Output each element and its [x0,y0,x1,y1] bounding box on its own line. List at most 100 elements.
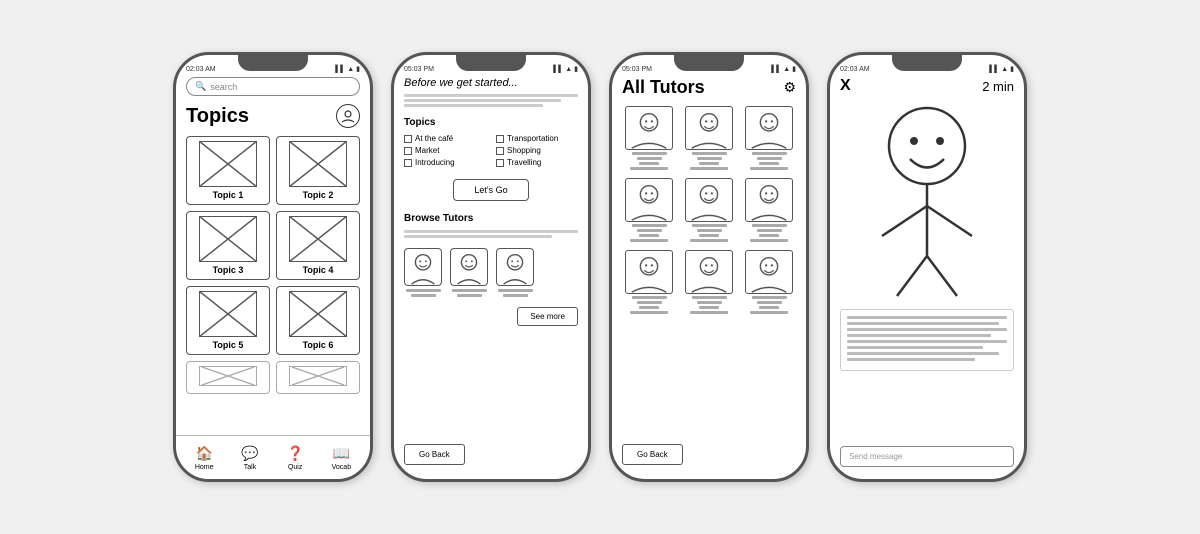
tutor-grid-face-2 [685,106,733,150]
search-bar[interactable]: 🔍 search [186,77,360,96]
tutor-grid-7[interactable] [622,250,676,314]
tg-name-9c [759,306,779,309]
topic-cell-4[interactable]: Topic 4 [276,211,360,280]
tg-name-2c [699,162,719,165]
tg-name-7a [632,296,667,299]
status-icons-3: ▌▌ ▲ ▮ [771,65,796,73]
tg-name-2b [697,157,722,160]
topic-label-6: Topic 6 [303,340,334,350]
tg-name-3c [759,162,779,165]
tg-name-4b [637,229,662,232]
tutor-preview-2[interactable] [450,248,488,297]
see-more-button[interactable]: See more [517,307,578,326]
tutor-preview-3[interactable] [496,248,534,297]
lets-go-button[interactable]: Let's Go [453,179,528,201]
tutor-name-line-5 [498,289,533,292]
tutor-name-lines-3 [498,289,533,297]
tutor-preview-1[interactable] [404,248,442,297]
topic-cell-5[interactable]: Topic 5 [186,286,270,355]
tutor-name-line-6 [503,294,528,297]
topic-cell-6[interactable]: Topic 6 [276,286,360,355]
status-time-1: 02:03 AM [186,66,216,73]
wifi-icon-4: ▲ [1001,66,1008,73]
tutor-grid-1[interactable] [622,106,676,170]
chat-header: X 2 min [840,77,1014,95]
session-timer: 2 min [982,79,1014,94]
screen-topics: 🔍 search Topics [176,77,370,479]
tutors-grid-row3 [622,250,796,314]
screens-container: 02:03 AM ▌▌ ▲ ▮ 🔍 search Topics [0,42,1200,492]
tg-name-6d [750,239,788,242]
cb-label-cafe: At the café [415,134,453,143]
topic-cell-3[interactable]: Topic 3 [186,211,270,280]
tg-name-4c [639,234,659,237]
topic-label-4: Topic 4 [303,265,334,275]
tg-name-8d [690,311,728,314]
tutor-name-lines-1 [406,289,441,297]
tutor-grid-9[interactable] [742,250,796,314]
all-tutors-title: All Tutors [622,77,705,98]
nav-home[interactable]: 🏠 Home [195,445,214,471]
tutor-name-line-3 [452,289,487,292]
nav-talk[interactable]: 💬 Talk [241,445,258,471]
checkbox-transportation[interactable]: Transportation [496,134,578,143]
send-message-input[interactable]: Send message [840,446,1014,467]
notch-3 [674,55,744,71]
nav-home-label: Home [195,464,214,471]
tutors-grid-row1 [622,106,796,170]
tg-name-3b [757,157,782,160]
tutor-grid-5[interactable] [682,178,736,242]
checkbox-shopping[interactable]: Shopping [496,146,578,155]
checkbox-cafe[interactable]: At the café [404,134,486,143]
tutor-grid-2[interactable] [682,106,736,170]
tutor-grid-3[interactable] [742,106,796,170]
tutor-grid-4[interactable] [622,178,676,242]
checkbox-travelling[interactable]: Travelling [496,158,578,167]
status-time-4: 02:03 AM [840,66,870,73]
notch-4 [892,55,962,71]
tg-name-7b [637,301,662,304]
tg-name-7d [630,311,668,314]
close-button[interactable]: X [840,77,851,95]
quiz-icon: ❓ [286,445,303,462]
onboarding-heading: Before we get started... [404,77,578,89]
tutors-preview-row [404,248,578,297]
tg-name-3a [752,152,787,155]
go-back-button-3[interactable]: Go Back [622,444,683,465]
battery-icon: ▮ [356,65,360,73]
tg-name-8c [699,306,719,309]
topics-title: Topics [186,105,249,128]
user-avatar[interactable] [336,104,360,128]
topic-cell-2[interactable]: Topic 2 [276,136,360,205]
phone-chat: 02:03 AM ▌▌ ▲ ▮ X 2 min [827,52,1027,482]
topic-cell-partial-2 [276,361,360,394]
checkbox-introducing[interactable]: Introducing [404,158,486,167]
topic-grid: Topic 1 Topic 2 [186,136,360,355]
cb-box-shopping [496,147,504,155]
topic-cell-1[interactable]: Topic 1 [186,136,270,205]
tutor-name-line-1 [406,289,441,292]
cb-label-transportation: Transportation [507,134,558,143]
tutor-name-lines-2 [452,289,487,297]
topic-label-5: Topic 5 [213,340,244,350]
tutor-grid-8[interactable] [682,250,736,314]
tg-name-3d [750,167,788,170]
tg-name-5d [690,239,728,242]
tg-name-1a [632,152,667,155]
tg-name-1d [630,167,668,170]
checkbox-market[interactable]: Market [404,146,486,155]
topic-label-1: Topic 1 [213,190,244,200]
status-time-2: 05:03 PM [404,66,434,73]
tutor-name-line-2 [411,294,436,297]
filter-icon[interactable]: ⚙ [783,79,796,96]
nav-vocab[interactable]: 📖 Vocab [332,445,351,471]
go-back-button-2[interactable]: Go Back [404,444,465,465]
tg-name-9b [757,301,782,304]
chat-line-2 [847,322,999,325]
tutor-grid-6[interactable] [742,178,796,242]
tutor-grid-face-1 [625,106,673,150]
nav-quiz[interactable]: ❓ Quiz [286,445,303,471]
wifi-icon: ▲ [347,66,354,73]
tutors-grid-row2 [622,178,796,242]
topic-cell-partial-1 [186,361,270,394]
